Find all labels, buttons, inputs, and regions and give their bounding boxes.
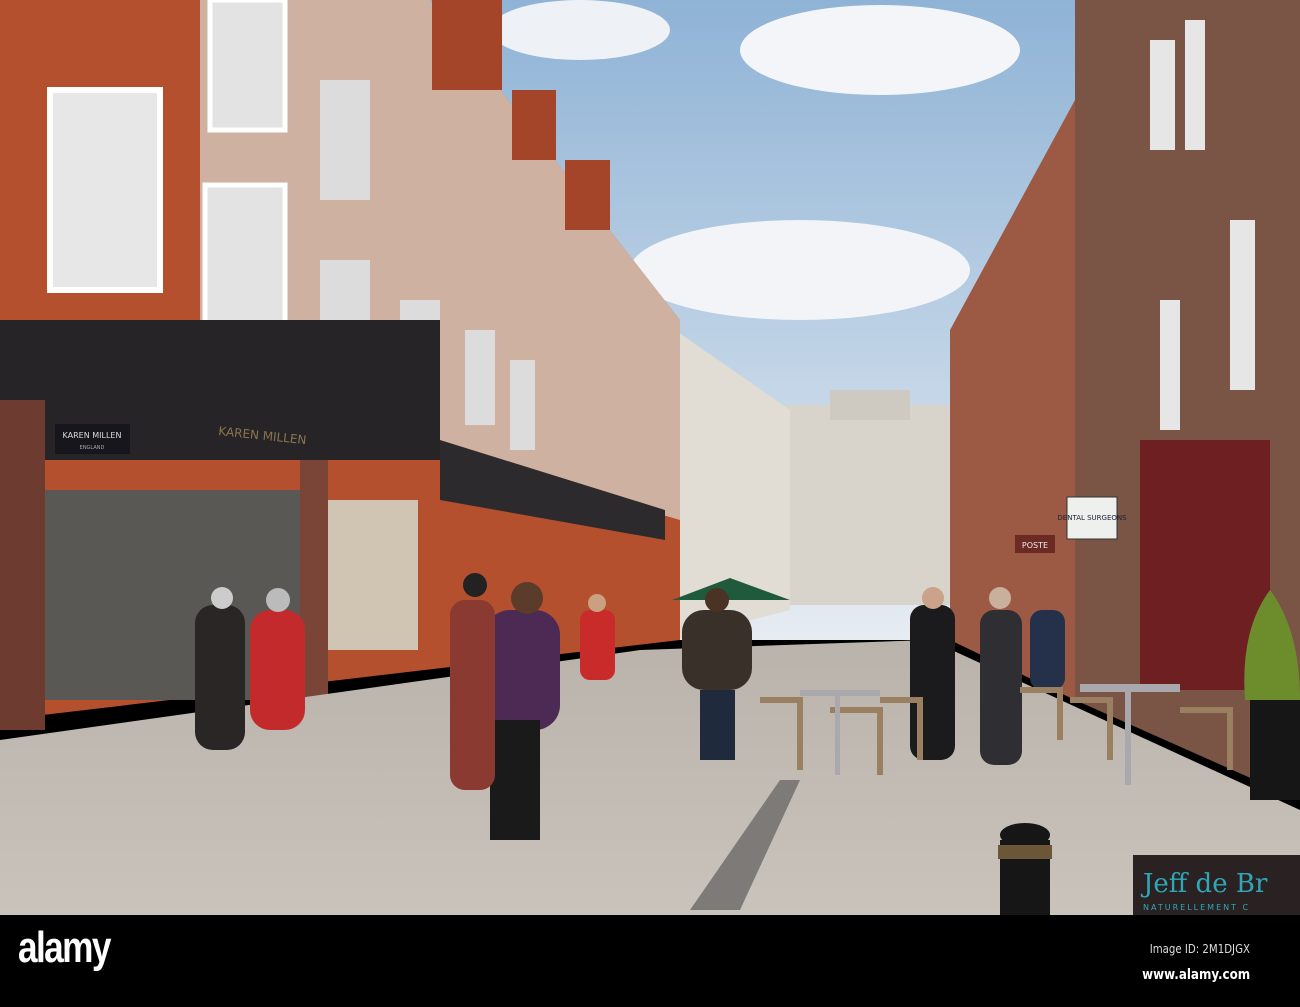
cloud xyxy=(490,0,670,60)
pillar xyxy=(0,400,45,730)
distant-building xyxy=(830,390,910,420)
jeff-sign-subtext: NATURELLEMENT C xyxy=(1143,903,1250,912)
pedestrian xyxy=(195,587,245,750)
window xyxy=(207,0,288,133)
watermark-url: www.alamy.com xyxy=(1141,967,1250,983)
window xyxy=(465,330,495,425)
window xyxy=(510,360,535,450)
bollard xyxy=(998,823,1052,915)
watermark-bar: alamy Image ID: 2M1DJGX www.alamy.com xyxy=(0,915,1300,1007)
shop-window xyxy=(328,500,418,650)
pedestrian xyxy=(1030,610,1065,690)
pedestrian xyxy=(980,587,1022,765)
karen-millen-sign-text: KAREN MILLEN xyxy=(63,431,122,440)
window xyxy=(320,80,370,200)
dental-sign-text: DENTAL SURGEONS xyxy=(1057,514,1127,522)
image-id: Image ID: 2M1DJGX xyxy=(1149,942,1250,956)
chimney xyxy=(432,0,502,90)
window xyxy=(1150,40,1175,150)
window xyxy=(1230,220,1255,390)
distant-building xyxy=(785,405,955,605)
window xyxy=(1185,20,1205,150)
window xyxy=(202,182,288,338)
pedestrian xyxy=(450,573,495,790)
chimney xyxy=(565,160,610,230)
cloud xyxy=(740,5,1020,95)
alamy-logo: alamy xyxy=(18,923,111,972)
street-scene: KAREN MILLEN ENGLAND KAREN MILLEN DENTAL… xyxy=(0,0,1300,915)
karen-millen-sign-subtext: ENGLAND xyxy=(80,445,105,451)
chimney xyxy=(512,90,556,160)
window xyxy=(47,87,163,293)
cloud xyxy=(630,220,970,320)
jeff-sign-text: Jeff de Br xyxy=(1140,869,1268,899)
window xyxy=(1160,300,1180,430)
jeff-de-bruges-sign: Jeff de Br NATURELLEMENT C xyxy=(1133,855,1300,915)
stock-photo: KAREN MILLEN ENGLAND KAREN MILLEN DENTAL… xyxy=(0,0,1300,1007)
pedestrian xyxy=(910,587,955,760)
poste-sign-text: POSTE xyxy=(1022,541,1048,550)
